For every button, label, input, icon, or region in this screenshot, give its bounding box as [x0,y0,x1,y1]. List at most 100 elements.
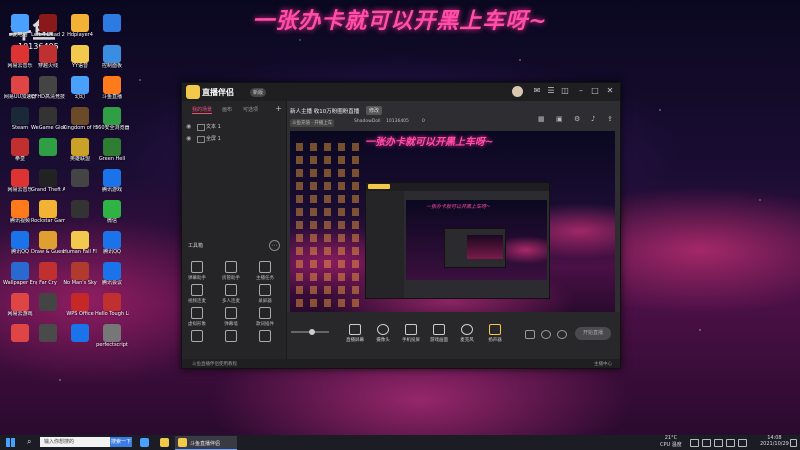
volume-icon[interactable] [714,439,723,447]
task-view-icon[interactable] [140,438,149,447]
tab-options[interactable]: 可选项 [243,106,258,113]
tool-button[interactable]: 视频连麦 [182,284,212,304]
search-icon[interactable]: ⌕ [27,437,31,447]
desktop-icon[interactable]: Left 4 Dead 2 [31,14,65,38]
desktop-icon[interactable]: 腾讯会议 [95,262,129,286]
message-icon[interactable]: ✉ [532,86,542,95]
taskbar-search-input[interactable]: 输入你想搜的 [40,437,110,447]
gear-icon[interactable] [557,330,567,339]
notification-icon[interactable]: ♪ [591,115,595,123]
taskbar-search-button[interactable]: 搜索一下 [110,437,132,447]
desktop-icon[interactable] [95,14,129,32]
user-avatar[interactable] [512,86,523,97]
desktop-icon[interactable]: Far Cry [31,262,65,286]
microphone-button[interactable]: 麦克风 [453,324,481,343]
close-button[interactable]: ✕ [605,86,615,95]
eye-icon[interactable]: ◉ [186,123,192,130]
windows-start-icon[interactable] [6,438,15,447]
desktop-icon[interactable]: 幻幻 [63,76,97,100]
tool-button[interactable]: 多人连麦 [216,284,246,304]
clock[interactable]: 14:08 2021/10/29 [760,435,789,447]
eye-icon[interactable] [541,330,551,339]
desktop-icon[interactable] [63,324,97,342]
desktop-icon[interactable]: 斗鱼直播 [95,76,129,100]
desktop-icon[interactable]: No Man's Sky [63,262,97,286]
tool-button[interactable]: 主播任务 [250,261,280,281]
add-scene-icon[interactable]: + [275,104,282,113]
desktop-icon[interactable]: perfectscript [95,324,129,348]
desktop-icon[interactable]: Draw & Guess [31,231,65,255]
menu-icon[interactable]: ☰ [546,86,556,95]
up-arrow-icon[interactable] [690,439,699,447]
title-bar[interactable]: 直播伴侣 新版 ✉ ☰ ◫ – □ ✕ [182,83,620,101]
file-explorer-icon[interactable] [160,438,169,447]
layout-icon[interactable]: ▦ [538,115,545,123]
desktop-icon[interactable]: Hello Tough Life [95,293,129,317]
game-capture-button[interactable]: 游戏画面 [425,324,453,343]
desktop-icon[interactable] [31,293,65,311]
stream-preview[interactable]: 一张办卡就可以开黑上车呀~ 一张办卡就可以开黑上车呀~ [290,131,615,312]
network-icon[interactable] [702,439,711,447]
desktop-icon[interactable]: WeGame Global [31,107,65,131]
desktop-icon[interactable]: Kingdom of Heaven 2 [63,107,97,131]
security-icon[interactable] [738,439,747,447]
desktop-icon[interactable]: 腾讯游戏 [95,169,129,193]
tab-my-scenes[interactable]: 我的场景 [192,106,213,114]
desktop-icon[interactable]: CFHD高清竞技大区 [31,76,65,100]
desktop-icon[interactable]: WPS Office [63,293,97,317]
more-tools-icon[interactable]: ⋯ [269,240,280,251]
version-badge[interactable]: 新版 [250,88,267,97]
desktop-icon[interactable]: Human Fall Flat [63,231,97,255]
tool-button[interactable] [250,330,280,344]
skin-icon[interactable]: ◫ [560,86,570,95]
desktop-icon[interactable]: 控制面板 [95,45,129,69]
streamer-center-link[interactable]: 主播中心 [594,361,612,367]
volume-slider[interactable] [291,329,329,335]
tool-button[interactable]: 弹幕墙 [216,307,246,327]
settings-icon[interactable]: ⚙ [574,115,580,123]
desktop-icon[interactable]: 微信 [95,200,129,224]
taskbar: ⌕ 输入你想搜的 搜索一下 斗鱼直播伴侣 21°C CPU 温度 14:08 2… [0,435,800,450]
minimize-button[interactable]: – [576,86,586,95]
desktop-icon[interactable] [31,138,65,156]
tool-button[interactable]: 弹幕助手 [182,261,212,281]
weather-widget[interactable]: 21°C CPU 温度 [660,435,682,448]
record-icon[interactable]: ▣ [556,115,563,123]
desktop-icon[interactable]: 穿越火线 [31,45,65,69]
notification-center-icon[interactable] [790,439,797,447]
eye-icon[interactable]: ◉ [186,135,192,142]
maximize-button[interactable]: □ [590,86,600,95]
tab-canvas[interactable]: 画布 [222,106,232,113]
ime-icon[interactable] [726,439,735,447]
tool-button[interactable]: 录屏器 [250,284,280,304]
desktop-icon[interactable]: 腾讯QQ [95,231,129,255]
tool-button[interactable]: 虚拟形象 [182,307,212,327]
desktop-icon[interactable] [63,200,97,218]
share-icon[interactable]: ⇪ [607,115,613,123]
edit-title-button[interactable]: 修改 [366,106,383,115]
room-category[interactable]: 斗鱼充值 · 开播上车 [290,119,335,127]
phone-cast-button[interactable]: 手机投屏 [397,324,425,343]
screen-capture-button[interactable]: 直播屏幕 [341,324,369,343]
desktop-icon[interactable]: Green Hell [95,138,129,162]
desktop-icon[interactable]: 英雄联盟 [63,138,97,162]
speaker-button[interactable]: 扬声器 [481,324,509,343]
scene-item-fullscreen[interactable]: ◉ 全屏 1 [186,135,282,146]
tool-button[interactable] [182,330,212,344]
tool-button[interactable]: 歌词插件 [250,307,280,327]
start-live-button[interactable]: 开始直播 [575,327,611,340]
record-video-icon[interactable] [525,330,535,339]
desktop-icon[interactable]: Rockstar Games [31,200,65,224]
desktop-icon[interactable]: YY语音 [63,45,97,69]
tutorial-link[interactable]: 斗鱼直播伴侣使用教程 [192,361,237,367]
tool-button[interactable] [216,330,246,344]
desktop-icon[interactable]: Hdplayer4 [63,14,97,38]
scene-item-text[interactable]: ◉ 文本 1 [186,123,282,134]
tool-button[interactable]: 房管助手 [216,261,246,281]
desktop-icon[interactable]: Grand Theft Auto V [31,169,65,193]
desktop-icon[interactable] [63,169,97,187]
camera-button[interactable]: 摄像头 [369,324,397,343]
desktop-icon[interactable] [31,324,65,342]
desktop-icon[interactable]: 360安全浏览器 [95,107,129,131]
taskbar-app-douyu[interactable]: 斗鱼直播伴侣 [175,436,237,450]
